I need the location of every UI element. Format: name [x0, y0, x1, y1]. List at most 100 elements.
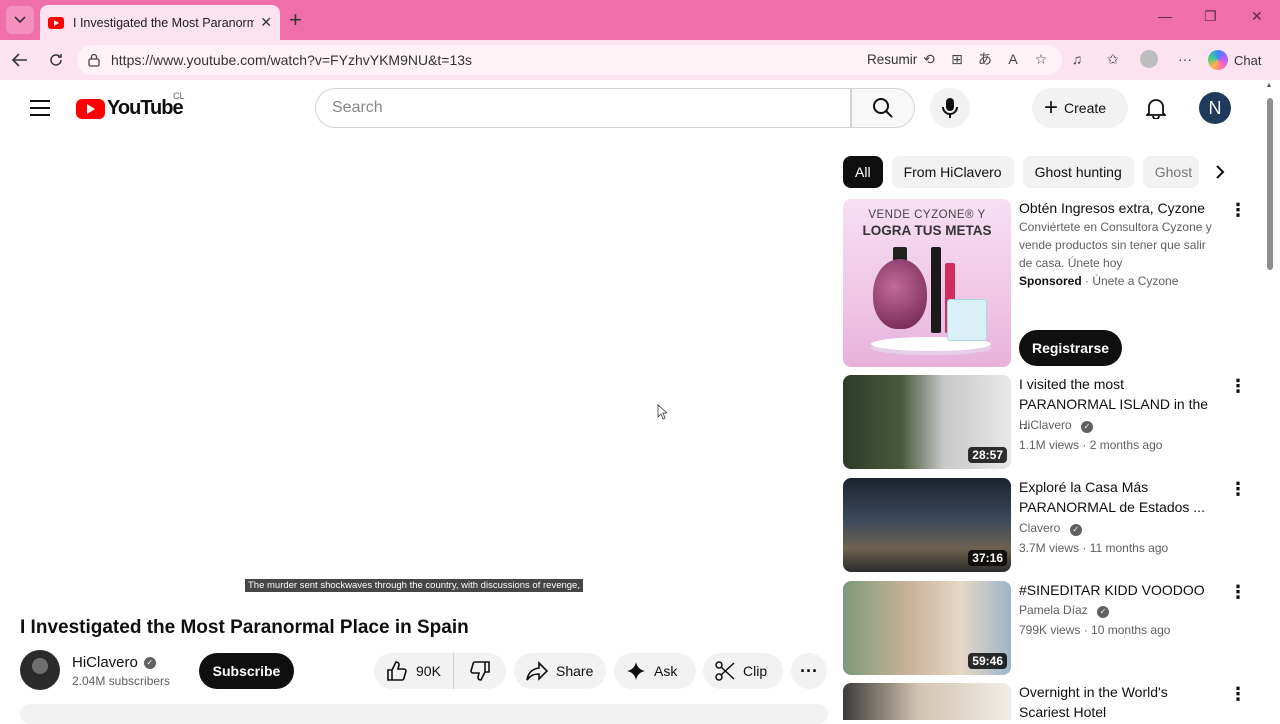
dislike-button[interactable]	[454, 660, 506, 682]
settings-more-icon[interactable]: ···	[1176, 50, 1194, 68]
ad-meta: Sponsored · Únete a Cyzone	[1019, 274, 1179, 288]
scissors-icon	[715, 661, 735, 681]
copilot-icon	[1208, 50, 1228, 70]
chevron-right-icon[interactable]	[1210, 162, 1230, 182]
browser-tab-bar: I Investigated the Most Paranormal Place…	[0, 0, 1280, 40]
thumbs-up-icon	[387, 661, 407, 681]
url-field[interactable]: https://www.youtube.com/watch?v=FYzhvYKM…	[77, 45, 1062, 75]
clip-button[interactable]: Clip	[703, 653, 783, 689]
video-title-link[interactable]: #SINEDITAR KIDD VOODOO	[1019, 580, 1219, 600]
favorite-star-icon[interactable]: ☆	[1032, 50, 1050, 68]
video-stats: 1.1M views · 2 months ago	[1019, 438, 1163, 452]
youtube-page: YouTube CL Search + Create N The murder …	[0, 80, 1280, 724]
video-player[interactable]	[20, 144, 828, 598]
video-more-icon[interactable]: ⋮	[1229, 684, 1247, 704]
video-duration: 37:16	[968, 550, 1007, 566]
tab-title: I Investigated the Most Paranormal Place…	[73, 15, 255, 30]
video-thumbnail[interactable]: 59:46	[843, 581, 1011, 675]
create-label: Create	[1064, 100, 1107, 116]
tab-actions-button[interactable]	[6, 6, 34, 34]
summarize-icon[interactable]: ⟲	[920, 50, 938, 68]
ad-thumbnail[interactable]: VENDE CYZONE® Y LOGRA TUS METAS	[843, 199, 1011, 367]
browser-tab-active[interactable]: I Investigated the Most Paranormal Place…	[40, 5, 280, 40]
video-title-link[interactable]: Overnight in the World's Scariest Hotel	[1019, 682, 1219, 722]
ad-cta-button[interactable]: Registrarse	[1019, 330, 1122, 366]
youtube-logo[interactable]: YouTube CL	[76, 91, 185, 120]
logo-wordmark: YouTube	[107, 97, 184, 119]
copilot-chat-button[interactable]: Chat	[1208, 47, 1261, 73]
verified-badge-icon: ✓	[1081, 421, 1094, 433]
ask-button[interactable]: Ask	[614, 653, 696, 689]
perfume-bottle	[873, 259, 927, 329]
ad-description: Conviértete en Consultora Cyzone y vende…	[1019, 220, 1212, 270]
restore-icon[interactable]: ❐	[1204, 8, 1217, 25]
summarize-button[interactable]: Resumir	[867, 52, 917, 67]
share-button[interactable]: Share	[514, 653, 606, 689]
search-button[interactable]	[851, 88, 915, 128]
video-title-link[interactable]: Exploré la Casa Más PARANORMAL de Estado…	[1019, 477, 1219, 517]
youtube-play-icon	[76, 98, 105, 119]
video-stats: 3.7M views · 11 months ago	[1019, 541, 1169, 555]
translate-icon[interactable]: あ	[976, 50, 994, 68]
chip-ghost-hunting[interactable]: Ghost hunting	[1022, 156, 1134, 188]
search-input[interactable]: Search	[315, 88, 851, 128]
media-control-icon[interactable]: ♫	[1068, 50, 1086, 68]
video-thumbnail[interactable]: 28:57	[843, 375, 1011, 469]
chip-all[interactable]: All	[843, 156, 883, 188]
video-stats: 799K views · 10 months ago	[1019, 623, 1171, 637]
voice-search-button[interactable]	[930, 88, 970, 128]
description-box[interactable]	[20, 704, 828, 724]
clip-label: Clip	[743, 663, 768, 679]
menu-icon[interactable]	[28, 98, 52, 118]
chat-label: Chat	[1234, 52, 1262, 68]
subscribe-button[interactable]: Subscribe	[199, 653, 294, 689]
new-tab-button[interactable]: +	[289, 8, 302, 32]
account-avatar[interactable]: N	[1199, 92, 1231, 124]
app-available-icon[interactable]: ⊞	[948, 50, 966, 68]
more-actions-button[interactable]: ···	[791, 653, 827, 689]
url-text: https://www.youtube.com/watch?v=FYzhvYKM…	[111, 52, 473, 68]
video-thumbnail[interactable]	[843, 683, 1011, 720]
share-arrow-icon	[526, 661, 548, 681]
microphone-icon	[942, 98, 958, 118]
notifications-bell-icon[interactable]	[1140, 92, 1172, 124]
video-more-icon[interactable]: ⋮	[1229, 479, 1247, 499]
profile-icon[interactable]	[1140, 50, 1158, 68]
ad-more-icon[interactable]: ⋮	[1229, 200, 1247, 220]
chip-from-hiclavero[interactable]: From HiClavero	[891, 156, 1014, 188]
video-duration: 28:57	[968, 447, 1007, 463]
like-button[interactable]: 90K	[374, 653, 454, 689]
mascara-tube	[931, 247, 941, 333]
video-more-icon[interactable]: ⋮	[1229, 582, 1247, 602]
search-placeholder: Search	[332, 99, 383, 116]
youtube-favicon-icon	[48, 16, 64, 29]
close-window-icon[interactable]: ✕	[1251, 8, 1263, 25]
ad-title[interactable]: Obtén Ingresos extra, Cyzone	[1019, 198, 1219, 218]
video-duration: 59:46	[968, 653, 1007, 669]
tab-close-icon[interactable]: ✕	[260, 14, 272, 31]
create-button[interactable]: + Create	[1032, 88, 1128, 128]
browser-address-bar: https://www.youtube.com/watch?v=FYzhvYKM…	[0, 40, 1280, 80]
video-channel: Clavero ✓	[1019, 519, 1082, 537]
read-aloud-icon[interactable]: A	[1004, 50, 1022, 68]
share-label: Share	[556, 663, 594, 679]
verified-badge-icon: ✓	[143, 656, 156, 669]
chip-ghost[interactable]: Ghost	[1142, 156, 1199, 188]
country-code: CL	[173, 91, 185, 101]
channel-avatar[interactable]	[20, 650, 60, 690]
video-more-icon[interactable]: ⋮	[1229, 376, 1247, 396]
reload-button[interactable]	[46, 50, 66, 70]
plus-icon: +	[1044, 94, 1059, 121]
minimize-icon[interactable]: —	[1158, 8, 1172, 24]
ad-thumb-line1: VENDE CYZONE® Y	[868, 209, 986, 221]
back-button[interactable]	[10, 50, 30, 70]
favorites-icon[interactable]: ✩	[1104, 50, 1122, 68]
video-thumbnail[interactable]: 37:16	[843, 478, 1011, 572]
channel-name-link[interactable]: HiClavero ✓	[72, 654, 156, 671]
reload-icon	[50, 54, 62, 66]
related-filter-chips: All From HiClavero Ghost hunting Ghost	[843, 156, 1208, 188]
scrollbar-thumb[interactable]	[1267, 98, 1273, 270]
sponsored-label: Sponsored	[1019, 274, 1082, 288]
scroll-up-arrow-icon[interactable]: ▲	[1264, 82, 1274, 92]
ad-advertiser: Únete a Cyzone	[1092, 274, 1179, 288]
